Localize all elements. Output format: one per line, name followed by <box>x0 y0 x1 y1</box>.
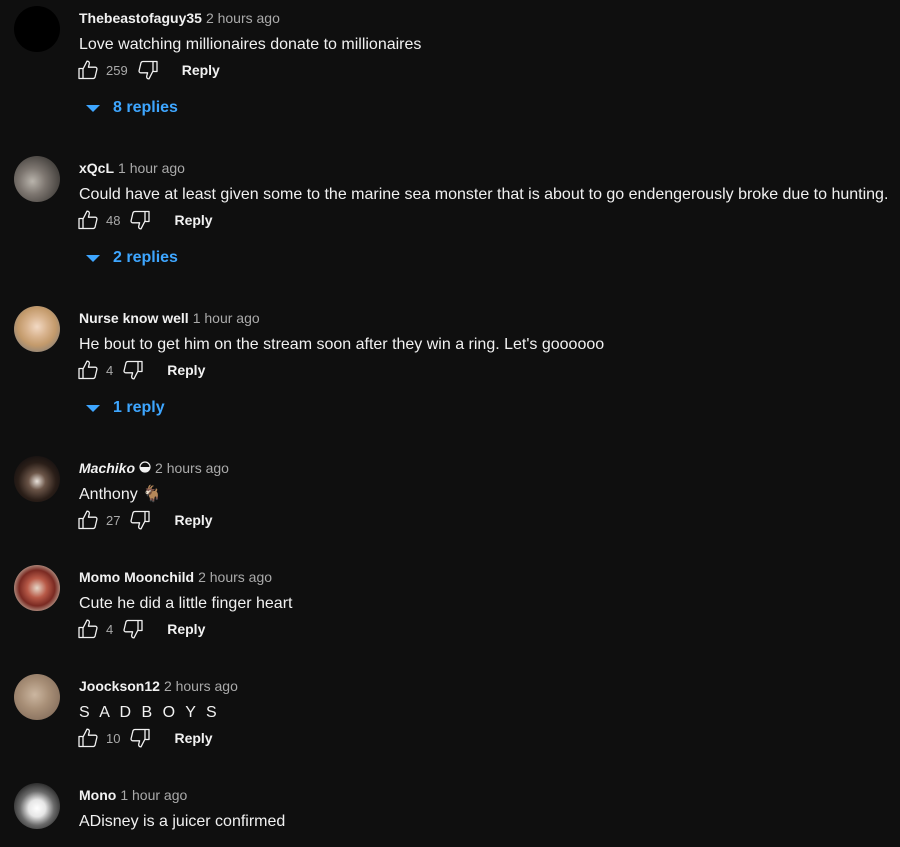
reply-button[interactable]: Reply <box>174 512 212 528</box>
like-count: 4 <box>106 362 114 378</box>
timestamp[interactable]: 2 hours ago <box>164 678 238 694</box>
thumbs-up-icon[interactable] <box>76 726 100 750</box>
comment-actions: 48 Reply <box>76 209 213 231</box>
comment-header: xQcL 1 hour ago <box>79 159 185 177</box>
reply-button[interactable]: Reply <box>174 212 212 228</box>
view-replies-button[interactable]: 1 reply <box>86 399 165 417</box>
comment-header: Machiko 2 hours ago <box>79 459 229 478</box>
replies-label: 1 reply <box>113 399 165 416</box>
timestamp[interactable]: 1 hour ago <box>193 310 260 326</box>
thumbs-down-icon[interactable] <box>128 208 152 232</box>
like-count: 27 <box>106 512 121 528</box>
comment-text: ADisney is a juicer confirmed <box>79 813 286 830</box>
like-count: 259 <box>106 62 128 78</box>
reply-button[interactable]: Reply <box>182 62 220 78</box>
thumbs-down-icon[interactable] <box>136 58 160 82</box>
comment-text: He bout to get him on the stream soon af… <box>79 336 605 353</box>
comment-actions: 27 Reply <box>76 509 213 531</box>
author-name[interactable]: Mono <box>79 787 116 803</box>
reply-button[interactable]: Reply <box>167 621 205 637</box>
view-replies-button[interactable]: 8 replies <box>86 99 178 117</box>
member-badge-icon <box>139 459 151 477</box>
author-name[interactable]: xQcL <box>79 160 114 176</box>
caret-down-icon <box>86 254 100 262</box>
like-count: 48 <box>106 212 121 228</box>
thumbs-down-icon[interactable] <box>121 617 145 641</box>
reply-button[interactable]: Reply <box>167 362 205 378</box>
comment-header: Momo Moonchild 2 hours ago <box>79 568 272 586</box>
thumbs-up-icon[interactable] <box>76 358 100 382</box>
avatar[interactable] <box>14 565 60 611</box>
avatar[interactable] <box>14 674 60 720</box>
comment-actions: 4 Reply <box>76 618 205 640</box>
comment-actions: 4 Reply <box>76 359 205 381</box>
thumbs-up-icon[interactable] <box>76 208 100 232</box>
comment-text: Cute he did a little finger heart <box>79 595 293 612</box>
thumbs-down-icon[interactable] <box>128 508 152 532</box>
comment-header: Nurse know well 1 hour ago <box>79 309 260 327</box>
comment-actions: 10 Reply <box>76 727 213 749</box>
comment-header: Mono 1 hour ago <box>79 786 187 804</box>
author-name[interactable]: Momo Moonchild <box>79 569 194 585</box>
timestamp[interactable]: 2 hours ago <box>206 10 280 26</box>
comment-actions: 259 Reply <box>76 59 220 81</box>
replies-label: 2 replies <box>113 249 178 266</box>
avatar[interactable] <box>14 156 60 202</box>
avatar[interactable] <box>14 306 60 352</box>
view-replies-button[interactable]: 2 replies <box>86 249 178 267</box>
thumbs-up-icon[interactable] <box>76 617 100 641</box>
author-name[interactable]: Machiko <box>79 460 135 476</box>
author-name[interactable]: Nurse know well <box>79 310 189 326</box>
avatar[interactable] <box>14 6 60 52</box>
like-count: 4 <box>106 621 114 637</box>
caret-down-icon <box>86 404 100 412</box>
comment-text: Anthony 🐐 <box>79 486 163 503</box>
thumbs-down-icon[interactable] <box>121 358 145 382</box>
caret-down-icon <box>86 104 100 112</box>
avatar[interactable] <box>14 456 60 502</box>
timestamp[interactable]: 1 hour ago <box>120 787 187 803</box>
thumbs-up-icon[interactable] <box>76 508 100 532</box>
comment-text: Could have at least given some to the ma… <box>79 186 889 203</box>
comment-header: Joockson12 2 hours ago <box>79 677 238 695</box>
thumbs-up-icon[interactable] <box>76 58 100 82</box>
comment-header: Thebeastofaguy35 2 hours ago <box>79 9 280 27</box>
reply-button[interactable]: Reply <box>174 730 212 746</box>
comment-text: Love watching millionaires donate to mil… <box>79 36 422 53</box>
comment-text: S A D B O Y S <box>79 704 220 721</box>
timestamp[interactable]: 2 hours ago <box>155 460 229 476</box>
replies-label: 8 replies <box>113 99 178 116</box>
author-name[interactable]: Thebeastofaguy35 <box>79 10 202 26</box>
timestamp[interactable]: 2 hours ago <box>198 569 272 585</box>
like-count: 10 <box>106 730 121 746</box>
author-name[interactable]: Joockson12 <box>79 678 160 694</box>
avatar[interactable] <box>14 783 60 829</box>
thumbs-down-icon[interactable] <box>128 726 152 750</box>
timestamp[interactable]: 1 hour ago <box>118 160 185 176</box>
